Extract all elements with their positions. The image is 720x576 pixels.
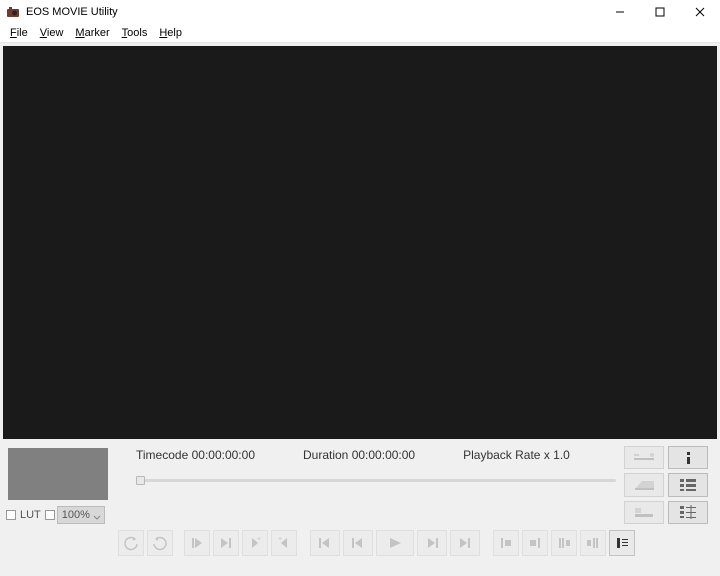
marker-panel-button[interactable] xyxy=(609,530,635,556)
rotate-ccw-button[interactable] xyxy=(118,530,144,556)
go-to-end-button[interactable] xyxy=(450,530,480,556)
step-forward-button[interactable] xyxy=(417,530,447,556)
add-marker-in-button[interactable]: + xyxy=(242,530,268,556)
transport-bar: + + xyxy=(6,528,714,558)
menu-help[interactable]: Help xyxy=(153,27,188,39)
play-button[interactable] xyxy=(376,530,414,556)
duration-display: Duration 00:00:00:00 xyxy=(303,448,415,462)
timeline-track xyxy=(136,479,616,482)
timecode-display: Timecode 00:00:00:00 xyxy=(136,448,255,462)
chevron-down-icon xyxy=(93,512,101,524)
lut-label: LUT xyxy=(20,509,41,521)
marker-list-button[interactable] xyxy=(668,501,708,524)
timeline-thumb[interactable] xyxy=(136,476,145,485)
titlebar: EOS MOVIE Utility xyxy=(0,0,720,24)
merge-clips-button[interactable] xyxy=(624,473,664,496)
rotate-cw-button[interactable] xyxy=(147,530,173,556)
zoom-dropdown[interactable]: 100% xyxy=(57,506,105,524)
bottom-panel: LUT 100% Timecode 00:00:00:00 Duration 0… xyxy=(0,442,720,576)
svg-text:+: + xyxy=(278,536,282,543)
export-clip-button[interactable] xyxy=(624,501,664,524)
minimize-button[interactable] xyxy=(600,0,640,24)
clip-thumbnail[interactable] xyxy=(8,448,108,500)
close-button[interactable] xyxy=(680,0,720,24)
right-button-grid xyxy=(624,446,714,524)
zoom-value: 100% xyxy=(62,509,90,521)
thumbnail-column: LUT 100% xyxy=(6,446,118,524)
menu-marker[interactable]: Marker xyxy=(69,27,115,39)
maximize-button[interactable] xyxy=(640,0,680,24)
next-in-out-button[interactable] xyxy=(580,530,606,556)
video-area-container xyxy=(0,43,720,442)
set-out-point-button[interactable] xyxy=(213,530,239,556)
step-back-button[interactable] xyxy=(343,530,373,556)
menubar: File View Marker Tools Help xyxy=(0,24,720,43)
next-marker-button[interactable] xyxy=(522,530,548,556)
capture-still-button[interactable] xyxy=(624,446,664,469)
menu-file[interactable]: File xyxy=(4,27,34,39)
menu-file-rest: ile xyxy=(17,27,28,39)
timeline-slider[interactable] xyxy=(136,474,616,488)
clip-list-button[interactable] xyxy=(668,473,708,496)
svg-text:+: + xyxy=(257,536,261,543)
prev-marker-button[interactable] xyxy=(493,530,519,556)
menu-view[interactable]: View xyxy=(34,27,70,39)
video-viewport[interactable] xyxy=(3,46,717,439)
prev-in-out-button[interactable] xyxy=(551,530,577,556)
playback-rate-display: Playback Rate x 1.0 xyxy=(463,448,570,462)
lut-secondary-checkbox[interactable] xyxy=(45,510,55,520)
window-controls xyxy=(600,0,720,24)
app-icon xyxy=(6,5,20,19)
go-to-start-button[interactable] xyxy=(310,530,340,556)
lut-checkbox[interactable] xyxy=(6,510,16,520)
set-in-point-button[interactable] xyxy=(184,530,210,556)
info-column: Timecode 00:00:00:00 Duration 00:00:00:0… xyxy=(118,446,624,524)
info-button[interactable] xyxy=(668,446,708,469)
add-marker-out-button[interactable]: + xyxy=(271,530,297,556)
menu-tools[interactable]: Tools xyxy=(116,27,154,39)
window-title: EOS MOVIE Utility xyxy=(26,6,600,18)
